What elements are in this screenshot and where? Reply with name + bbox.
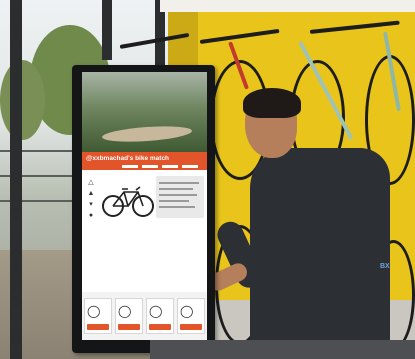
compare-icon[interactable]: ▲ — [85, 189, 97, 198]
shirt-logo: BX — [380, 263, 390, 270]
spec-line — [159, 200, 189, 202]
spec-line — [159, 182, 199, 184]
bike-thumbnail[interactable]: ◯ — [115, 298, 143, 334]
bike-seat-bars — [122, 186, 141, 191]
bike-icon: ◯ — [118, 304, 132, 318]
ceiling — [160, 0, 415, 12]
window-frame — [10, 0, 22, 359]
kiosk-screen[interactable]: @xxbmachad's bike match △ ▲ ▾ ● ◯ ◯ ◯ ◯ — [82, 72, 207, 340]
person-shirt — [250, 148, 390, 359]
bike-icon: ◯ — [87, 304, 101, 318]
featured-bike-image[interactable] — [102, 180, 154, 220]
settings-icon[interactable]: ● — [85, 211, 97, 220]
thumbnail-button[interactable] — [149, 324, 171, 330]
bike-thumbnail[interactable]: ◯ — [177, 298, 205, 334]
thumbnail-button[interactable] — [180, 324, 202, 330]
thumbnail-button[interactable] — [118, 324, 140, 330]
info-chips — [122, 165, 198, 169]
person-hair — [243, 88, 301, 118]
tree — [0, 60, 45, 140]
photo-scene: BX @xxbmachad's bike match △ ▲ ▾ ● ◯ ◯ ◯… — [0, 0, 415, 359]
thumbnail-button[interactable] — [87, 324, 109, 330]
spec-line — [159, 206, 195, 208]
bike-icon: ◯ — [149, 304, 163, 318]
spec-line — [159, 188, 193, 190]
bike-icon[interactable]: △ — [85, 178, 97, 187]
bike-frame-outline — [112, 191, 144, 207]
side-icon-bar: △ ▲ ▾ ● — [85, 178, 97, 222]
spec-line — [159, 194, 197, 196]
bike-icon: ◯ — [180, 304, 194, 318]
floor-base — [150, 340, 415, 359]
kiosk-title: @xxbmachad's bike match — [86, 155, 170, 162]
bike-thumbnail[interactable]: ◯ — [146, 298, 174, 334]
window-frame — [102, 0, 112, 60]
bike-thumbnail[interactable]: ◯ — [84, 298, 112, 334]
filter-icon[interactable]: ▾ — [85, 200, 97, 209]
